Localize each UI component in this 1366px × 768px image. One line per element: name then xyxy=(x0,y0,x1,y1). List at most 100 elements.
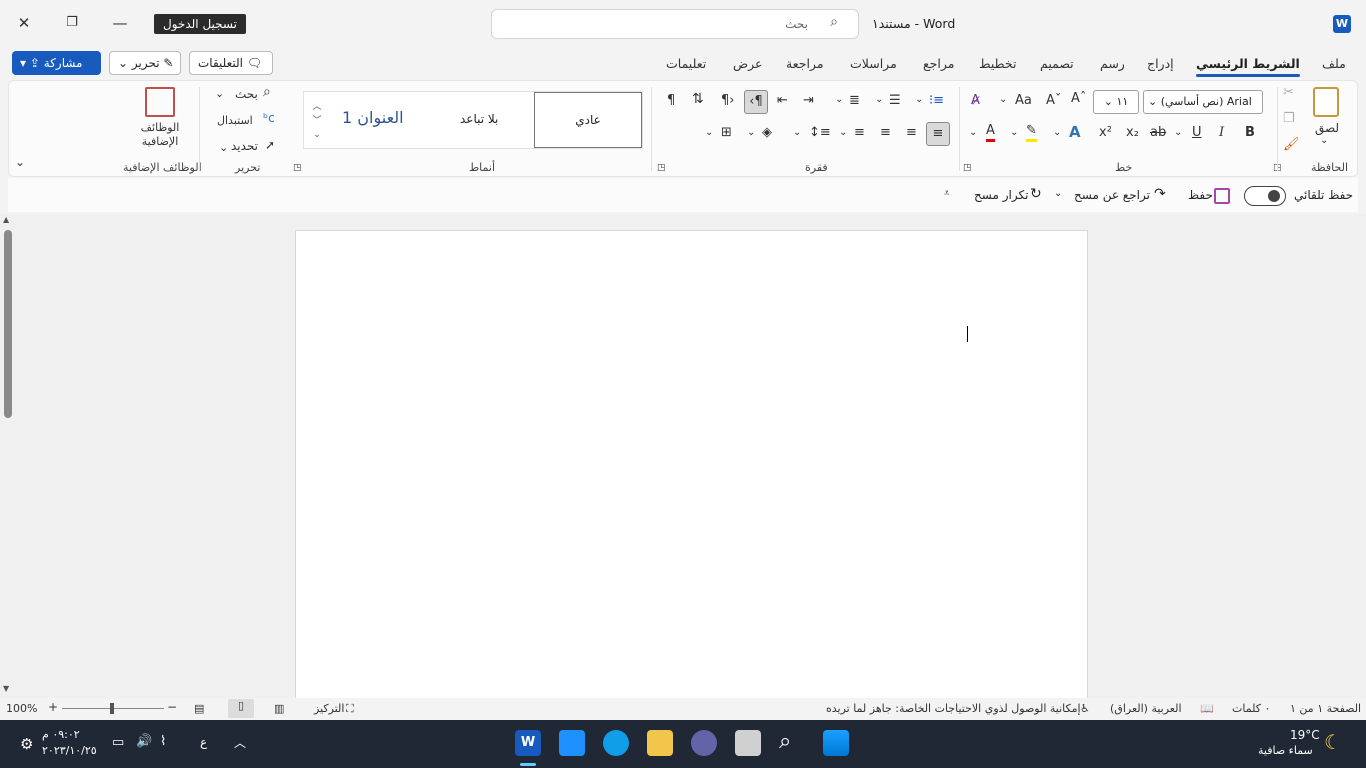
increase-indent-icon[interactable]: ⇥ xyxy=(803,93,814,108)
tab-help[interactable]: تعليمات xyxy=(666,56,706,71)
underline-icon[interactable]: U xyxy=(1192,125,1202,140)
tab-layout[interactable]: تخطيط xyxy=(979,56,1016,71)
ltr-icon[interactable]: ¶› xyxy=(721,93,734,108)
dialog-launcher-icon[interactable]: ◳ xyxy=(963,163,972,173)
zoom-level[interactable]: 100% xyxy=(6,702,37,715)
italic-icon[interactable]: I xyxy=(1219,125,1224,140)
save-button[interactable]: حفظ xyxy=(1188,188,1213,202)
wifi-icon[interactable]: ⌇ xyxy=(160,734,166,749)
undo-button[interactable]: تراجع عن مسح xyxy=(1074,188,1150,202)
change-case-icon[interactable]: Aa xyxy=(1015,93,1032,108)
zoom-in-icon[interactable]: + xyxy=(48,700,58,714)
tab-home[interactable]: الشريط الرئيسي xyxy=(1196,56,1300,77)
bullet-list-icon[interactable]: ⁝≡ xyxy=(929,93,944,108)
style-heading1[interactable]: العنوان 1 xyxy=(342,108,404,127)
page-number[interactable]: الصفحة ١ من ١ xyxy=(1290,702,1361,715)
text-effects-icon[interactable]: A xyxy=(1069,123,1081,141)
clock-date[interactable]: ٢٠٢٣/١٠/٢٥ xyxy=(42,744,97,757)
tab-insert[interactable]: إدراج xyxy=(1147,56,1174,71)
center-icon[interactable]: ≡ xyxy=(906,125,917,140)
search-icon[interactable]: ⌕ xyxy=(779,729,791,754)
justify-icon[interactable]: ≡ xyxy=(854,125,865,140)
tab-file[interactable]: ملف xyxy=(1322,56,1346,71)
web-layout-icon[interactable]: ▤ xyxy=(194,702,204,715)
close-icon[interactable]: ✕ xyxy=(8,8,40,38)
multilevel-list-icon[interactable]: ≣ xyxy=(849,93,860,108)
scroll-up-icon[interactable]: ▲ xyxy=(3,215,9,224)
align-left-icon[interactable]: ≡ xyxy=(880,125,891,140)
document-page[interactable] xyxy=(295,230,1088,700)
zoom-out-icon[interactable]: − xyxy=(167,700,177,714)
settings-icon[interactable]: ⚙ xyxy=(20,735,33,753)
dialog-launcher-icon[interactable]: ◳ xyxy=(293,163,302,173)
line-spacing-icon[interactable]: ↕≡ xyxy=(809,125,831,140)
redo-button[interactable]: تكرار مسح xyxy=(974,188,1028,202)
chevron-up-icon[interactable]: ︿ xyxy=(234,734,246,751)
weather-text[interactable]: سماء صافية xyxy=(1258,744,1313,757)
tab-review[interactable]: مراجعة xyxy=(786,56,824,71)
restore-icon[interactable]: ❐ xyxy=(56,8,88,38)
search-input[interactable]: بحث ⌕ xyxy=(491,9,859,39)
strikethrough-icon[interactable]: ab xyxy=(1150,125,1166,140)
select-button[interactable]: تحديد xyxy=(231,139,258,153)
sort-icon[interactable]: ⇅ xyxy=(692,91,704,107)
file-explorer-icon[interactable] xyxy=(647,730,673,756)
show-marks-icon[interactable]: ¶ xyxy=(667,93,675,108)
accessibility-status[interactable]: إمكانية الوصول لذوي الاحتياجات الخاصة: ج… xyxy=(826,702,1081,715)
zoom-slider-thumb[interactable] xyxy=(110,703,114,714)
start-icon[interactable] xyxy=(823,730,849,756)
gallery-scroll[interactable]: ︿ ﹀ ⌄ xyxy=(310,100,324,144)
battery-icon[interactable]: ▭ xyxy=(112,735,124,750)
customize-qat-icon[interactable]: ⩡ xyxy=(944,188,950,199)
edge-icon[interactable] xyxy=(603,730,629,756)
print-layout-icon[interactable]: ▯ xyxy=(228,699,254,718)
task-view-icon[interactable] xyxy=(735,730,761,756)
word-count[interactable]: ٠ كلمات xyxy=(1232,702,1270,715)
cut-icon[interactable]: ✂ xyxy=(1283,85,1294,100)
style-no-spacing[interactable]: بلا تباعد xyxy=(460,112,498,126)
font-size-select[interactable]: ⌄ ١١ xyxy=(1093,90,1139,114)
bold-icon[interactable]: B xyxy=(1245,125,1255,140)
tab-references[interactable]: مراجع xyxy=(923,56,954,71)
grow-font-icon[interactable]: Aˆ xyxy=(1071,91,1086,106)
font-color-icon[interactable]: A xyxy=(986,123,995,142)
language-indicator[interactable]: ع xyxy=(200,735,207,749)
minimize-icon[interactable]: — xyxy=(104,8,136,38)
format-painter-icon[interactable]: 🖌 xyxy=(1283,137,1300,152)
tab-view[interactable]: عرض xyxy=(733,56,762,71)
replace-button[interactable]: استبدال xyxy=(217,114,253,127)
decrease-indent-icon[interactable]: ⇤ xyxy=(777,93,788,108)
borders-icon[interactable]: ⊞ xyxy=(721,125,732,140)
numbered-list-icon[interactable]: ☰ xyxy=(889,93,901,108)
rtl-icon[interactable]: ‹¶ xyxy=(744,90,768,114)
addins-button[interactable]: الوظائف الإضافية xyxy=(127,121,193,149)
tab-mailings[interactable]: مراسلات xyxy=(850,56,897,71)
autosave-toggle[interactable] xyxy=(1244,186,1286,206)
focus-button[interactable]: التركيز xyxy=(314,702,344,715)
chat-icon[interactable] xyxy=(691,730,717,756)
copy-icon[interactable]: ❐ xyxy=(1283,111,1295,126)
collapse-ribbon-icon[interactable]: ⌄ xyxy=(15,155,25,169)
style-normal[interactable]: عادي xyxy=(534,92,642,148)
highlight-icon[interactable]: ✎ xyxy=(1026,123,1037,142)
align-right-icon[interactable]: ≡ xyxy=(926,122,950,146)
find-button[interactable]: بحث xyxy=(235,87,258,101)
paste-button[interactable]: لصق xyxy=(1315,121,1339,135)
tab-draw[interactable]: رسم xyxy=(1100,56,1125,71)
shading-icon[interactable]: ◈ xyxy=(762,125,772,140)
weather-temp[interactable]: 19°C xyxy=(1290,728,1320,742)
tab-design[interactable]: تصميم xyxy=(1040,56,1074,71)
clock-time[interactable]: ٠٩:٠٢ م xyxy=(42,728,80,741)
clear-formatting-icon[interactable]: A̷ xyxy=(971,93,980,108)
superscript-icon[interactable]: x² xyxy=(1099,125,1112,140)
proofing-icon[interactable]: 📖 xyxy=(1200,702,1214,715)
volume-icon[interactable]: 🔊 xyxy=(136,734,152,749)
sign-in-button[interactable]: تسجيل الدخول xyxy=(154,14,246,34)
shrink-font-icon[interactable]: Aˇ xyxy=(1046,93,1061,108)
scroll-down-icon[interactable]: ▼ xyxy=(3,684,9,693)
subscript-icon[interactable]: x₂ xyxy=(1126,125,1139,140)
word-taskbar-icon[interactable]: W xyxy=(515,730,541,756)
dialog-launcher-icon[interactable]: ◳ xyxy=(657,163,666,173)
font-name-select[interactable]: ⌄ (نص أساسي) Arial xyxy=(1143,90,1263,114)
store-icon[interactable] xyxy=(559,730,585,756)
